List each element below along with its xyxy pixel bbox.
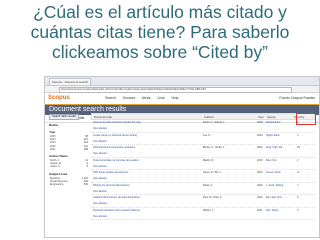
source-link[interactable]: Revista Educ.	[266, 121, 292, 124]
table-row: Tesis doctorales en ciencias de la salud…	[91, 158, 315, 170]
source-link[interactable]: Assess. Eval.	[266, 171, 292, 174]
year-text: 2012	[257, 183, 263, 187]
cited-by-count[interactable]: 11	[297, 171, 300, 174]
document-title-link[interactable]: Análisis bibliométrico de tesis doctoral…	[93, 196, 197, 199]
year-text: 2014	[257, 133, 263, 137]
year-heading: Year	[49, 130, 56, 134]
title-line-1: ¿Cúal es el artículo más citado y	[33, 2, 287, 22]
authors-text: Jones, P., Wu, L.	[203, 171, 222, 174]
results-table: Document title Authors Year Source Cited…	[91, 113, 316, 223]
view-abstract-link[interactable]: View abstract	[93, 141, 107, 143]
col-source[interactable]: Source	[267, 115, 276, 119]
source-link[interactable]: J. Acad. Writing	[266, 184, 292, 187]
nav-alerts[interactable]: Alerts	[142, 96, 151, 100]
scopus-logo[interactable]: Scopus	[48, 95, 70, 101]
year-text: 2014	[257, 146, 263, 149]
nav-help[interactable]: Help	[171, 96, 178, 100]
authors-text: Pérez, J., García, L.	[203, 121, 226, 124]
year-text: 2013	[257, 158, 263, 162]
facet-row[interactable]: 2011 298	[50, 148, 88, 151]
authors-text: Davis, C.	[203, 183, 214, 187]
refine-sidebar: Search within results Refine Year 2015 88…	[47, 113, 89, 223]
source-link[interactable]: Higher Educ.	[266, 134, 292, 137]
cited-by-count[interactable]: 5	[297, 196, 298, 199]
document-title-link[interactable]: A case study on doctoral thesis writing	[93, 134, 197, 137]
document-title-link[interactable]: Writing the doctoral dissertation	[93, 184, 197, 187]
authors-text: Martín, R.	[203, 158, 214, 162]
cited-by-count[interactable]: 2	[297, 159, 298, 162]
authors-text: Wilson, T.	[203, 208, 214, 212]
authors-text: Ruiz, M., Díaz, F.	[203, 196, 223, 199]
main-nav: Search Sources Alerts Lists Help	[105, 96, 184, 100]
year-text: 2011	[257, 208, 263, 212]
view-abstract-link[interactable]: View abstract	[93, 153, 107, 155]
source-link[interactable]: Rev. Esp. Doc.	[266, 196, 292, 199]
table-row: Doctoral thesis supervision practices Bro…	[91, 145, 315, 158]
cited-by-count[interactable]: 3	[297, 134, 298, 137]
col-title[interactable]: Document title	[94, 115, 112, 119]
table-row: Análisis bibliométrico de tesis doctoral…	[91, 195, 315, 208]
document-title-link[interactable]: Informe de tesis doctoral: estudio de ca…	[93, 121, 197, 124]
year-text: 2015	[257, 121, 263, 124]
view-abstract-link[interactable]: View abstract	[93, 128, 107, 130]
scopus-screenshot: Scopus - Document search http://www.scop…	[44, 76, 320, 238]
view-abstract-link[interactable]: View abstract	[93, 203, 107, 205]
address-bar: http://www.scopus.com/results/results.ur…	[45, 86, 319, 93]
table-row: Doctoral education and research training…	[91, 208, 315, 220]
authors-text: Brown, A., Smith, J.	[203, 146, 225, 149]
cited-by-count[interactable]: 7	[297, 184, 298, 187]
col-year[interactable]: Year	[258, 115, 264, 119]
nav-lists[interactable]: Lists	[158, 96, 165, 100]
table-row: Informe de tesis doctoral: estudio de ca…	[91, 120, 315, 133]
facet-row[interactable]: Lopez, A. 8	[50, 165, 88, 168]
authors-text: Lee, K.	[203, 133, 211, 137]
search-within-input[interactable]: Search within results	[49, 114, 79, 120]
document-title-link[interactable]: Tesis doctorales en ciencias de la salud	[93, 159, 197, 162]
document-title-link[interactable]: PhD thesis quality assessment	[93, 171, 197, 174]
table-header: Document title Authors Year Source Cited…	[91, 113, 316, 125]
view-abstract-link[interactable]: View abstract	[93, 216, 107, 218]
document-title-link[interactable]: Doctoral education and research training	[93, 209, 197, 212]
subject-heading: Subject Area	[49, 171, 68, 176]
browser-tab[interactable]: Scopus - Document search	[49, 78, 92, 85]
view-abstract-link[interactable]: View abstract	[93, 166, 107, 168]
page-title: Document search results	[49, 106, 127, 113]
nav-search[interactable]: Search	[105, 96, 116, 100]
scopus-header: Scopus Search Sources Alerts Lists Help …	[45, 93, 319, 105]
table-row: Writing the doctoral dissertation Davis, …	[91, 183, 315, 195]
refine-heading: Refine	[49, 123, 59, 127]
cited-by-count[interactable]: 0	[297, 121, 298, 124]
year-text: 2012	[257, 196, 263, 199]
document-title-link[interactable]: Doctoral thesis supervision practices	[93, 146, 197, 149]
user-name[interactable]: Francis Campos Rosales	[279, 96, 315, 100]
year-text: 2013	[257, 171, 263, 174]
col-authors[interactable]: Authors	[204, 115, 214, 119]
title-line-2: cuántas citas tiene? Para saberlo	[30, 22, 290, 42]
author-heading: Author Name	[49, 154, 68, 159]
view-abstract-link[interactable]: View abstract	[93, 191, 107, 193]
table-row: PhD thesis quality assessment Jones, P., …	[91, 170, 315, 183]
view-abstract-link[interactable]: View abstract	[93, 178, 107, 180]
source-link[interactable]: Res. Policy	[266, 209, 292, 212]
nav-sources[interactable]: Sources	[123, 96, 135, 100]
facet-row[interactable]: Engineering 530	[50, 183, 88, 186]
slide-title: ¿Cúal es el artículo más citado y cuánta…	[0, 2, 320, 62]
cited-by-count[interactable]: 9	[297, 209, 298, 212]
browser-tab-bar: Scopus - Document search	[45, 77, 319, 86]
table-row: A case study on doctoral thesis writing L…	[91, 133, 315, 145]
source-link[interactable]: Med. Clin.	[266, 159, 292, 162]
cited-by-count[interactable]: 45	[297, 146, 300, 149]
source-link[interactable]: Stud. High. Ed.	[266, 146, 292, 149]
title-line-3: clickeamos sobre “Cited by”	[52, 42, 268, 62]
